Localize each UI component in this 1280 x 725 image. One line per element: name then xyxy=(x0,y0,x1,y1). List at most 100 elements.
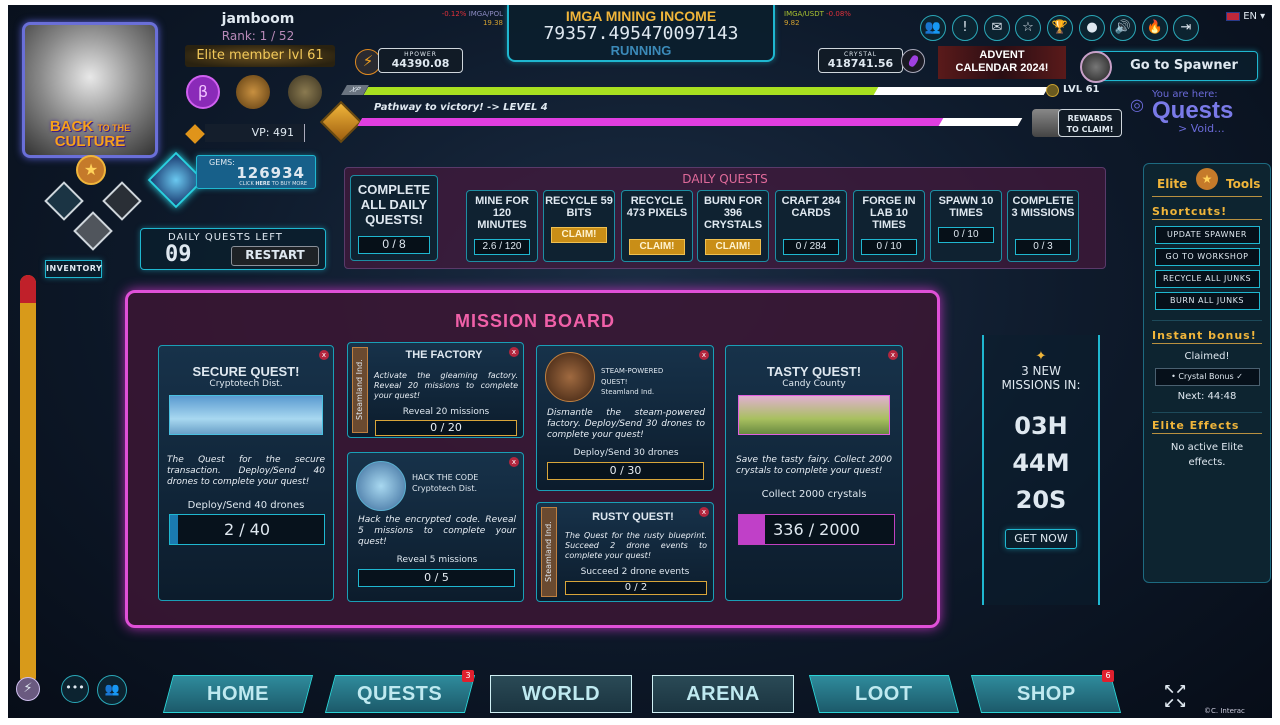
location-sub: > Void... xyxy=(1178,122,1225,135)
robot-badge-icon[interactable] xyxy=(288,75,322,109)
mission-goal: Deploy/Send 30 drones xyxy=(573,448,679,458)
close-icon[interactable]: x xyxy=(888,350,898,360)
alert-icon[interactable]: ! xyxy=(952,15,978,41)
inventory-button[interactable]: INVENTORY xyxy=(45,260,102,278)
mission-image xyxy=(169,395,323,435)
rank-medal-icon: ★ xyxy=(76,155,106,185)
logout-icon[interactable]: ⇥ xyxy=(1173,15,1199,41)
inventory-slot-3[interactable] xyxy=(73,211,113,251)
avatar[interactable]: BACK TO THE CULTURE xyxy=(22,22,158,158)
beta-badge-icon[interactable]: β xyxy=(186,75,220,109)
quest-label: FORGE IN LAB 10 TIMES xyxy=(862,195,916,231)
mission-title: THE FACTORY xyxy=(405,349,483,361)
quests-badge: 3 xyxy=(462,670,474,682)
energy-icon[interactable]: ⚡ xyxy=(16,677,40,701)
income-title: IMGA MINING INCOME xyxy=(565,8,717,24)
coins-icon[interactable]: ● xyxy=(1079,15,1105,41)
mail-icon[interactable]: ✉ xyxy=(984,15,1010,41)
mission-progress: 2 / 40 xyxy=(223,520,271,539)
trophy-icon[interactable]: 🏆 xyxy=(1047,15,1073,41)
nav-world[interactable]: WORLD xyxy=(490,675,632,713)
claim-button[interactable]: CLAIM! xyxy=(705,239,761,255)
quest-progress: 0 / 10 xyxy=(938,227,994,243)
district-side-label: Steamland Ind. xyxy=(352,347,368,433)
daily-quests-left-panel: DAILY QUESTS LEFT 09 RESTART xyxy=(140,228,326,270)
close-icon[interactable]: x xyxy=(319,350,329,360)
advent-calendar-button[interactable]: ADVENT CALENDAR 2024! xyxy=(938,46,1066,79)
nav-quests[interactable]: QUESTS xyxy=(324,675,476,713)
gems-panel[interactable]: GEMS: 126934 CLICK HERE TO BUY MORE xyxy=(196,155,316,189)
nav-label: ARENA xyxy=(686,683,760,705)
fire-icon[interactable]: 🔥 xyxy=(1142,15,1168,41)
fullscreen-icon[interactable]: ↖↗ ↙↘ xyxy=(1160,683,1190,713)
nav-shop[interactable]: SHOP xyxy=(970,675,1122,713)
rewards-line2: TO CLAIM! xyxy=(1066,125,1114,134)
district-side-label: Steamland Ind. xyxy=(541,507,557,597)
mission-goal: Collect 2000 crystals xyxy=(761,489,867,500)
quest-progress: 0 / 3 xyxy=(1015,239,1071,255)
rewards-to-claim-button[interactable]: REWARDS TO CLAIM! xyxy=(1058,109,1122,137)
quest-label: BURN FOR 396 CRYSTALS xyxy=(703,195,763,231)
nav-loot[interactable]: LOOT xyxy=(808,675,960,713)
complete-all-progress: 0 / 8 xyxy=(358,236,430,254)
hpower-value: 44390.08 xyxy=(391,57,450,70)
daily-quest-recycle-bits: RECYCLE 59 BITS CLAIM! xyxy=(543,190,615,262)
claim-button[interactable]: CLAIM! xyxy=(629,239,685,255)
timer-hours: 03H xyxy=(1014,412,1068,440)
go-to-spawner-button[interactable]: Go to Spawner xyxy=(1093,51,1258,81)
language-label: EN xyxy=(1243,11,1257,22)
usdt-pair: IMGA/USDT xyxy=(784,10,824,18)
mission-card-the-factory[interactable]: x Steamland Ind. THE FACTORY Activate th… xyxy=(347,342,524,438)
nav-label: WORLD xyxy=(521,683,601,705)
community-icon[interactable]: 👥 xyxy=(97,675,127,705)
xp-bar xyxy=(363,87,1049,95)
location-pin-icon: ◎ xyxy=(1130,95,1144,114)
spawner-avatar[interactable] xyxy=(1080,51,1112,83)
mission-description: Dismantle the steam-powered factory. Dep… xyxy=(547,408,705,440)
lion-badge-icon[interactable] xyxy=(236,75,270,109)
daily-quest-burn-crystals: BURN FOR 396 CRYSTALS CLAIM! xyxy=(697,190,769,262)
mission-image xyxy=(545,352,595,402)
mission-card-steam-powered-quest[interactable]: x STEAM-POWERED QUEST! Steamland Ind. Di… xyxy=(536,345,714,491)
restart-button[interactable]: RESTART xyxy=(231,246,319,266)
mission-card-tasty-quest[interactable]: x TASTY QUEST! Candy County Save the tas… xyxy=(725,345,903,601)
go-to-workshop-button[interactable]: GO TO WORKSHOP xyxy=(1154,248,1260,266)
mission-district: Cryptotech Dist. xyxy=(209,379,283,389)
nav-home[interactable]: HOME xyxy=(162,675,314,713)
vp-value: VP: 491 xyxy=(205,124,305,142)
chat-icon[interactable]: ••• xyxy=(61,675,89,703)
mission-progress-bar: 2 / 40 xyxy=(169,514,325,545)
mission-card-rusty-quest[interactable]: x Steamland Ind. RUSTY QUEST! The Quest … xyxy=(536,502,714,602)
close-icon[interactable]: x xyxy=(509,457,519,467)
elite-effects-text: No active Elite effects. xyxy=(1170,442,1244,468)
mission-card-hack-the-code[interactable]: x HACK THE CODE Cryptotech Dist. Hack th… xyxy=(347,452,524,602)
language-selector[interactable]: EN ▾ xyxy=(1226,11,1265,22)
update-spawner-button[interactable]: UPDATE SPAWNER xyxy=(1154,226,1260,244)
close-icon[interactable]: x xyxy=(699,350,709,360)
bonus-status: Claimed! xyxy=(1184,351,1230,362)
burn-all-junks-button[interactable]: BURN ALL JUNKS xyxy=(1154,292,1260,310)
recycle-all-junks-button[interactable]: RECYCLE ALL JUNKS xyxy=(1154,270,1260,288)
pol-pair: IMGA/POL xyxy=(468,10,503,18)
mission-card-secure-quest[interactable]: x SECURE QUEST! Cryptotech Dist. The Que… xyxy=(158,345,334,601)
nav-arena[interactable]: ARENA xyxy=(652,675,794,713)
star-icon[interactable]: ☆ xyxy=(1015,15,1041,41)
inventory-slot-2[interactable] xyxy=(102,181,142,221)
buy-gems-link[interactable]: CLICK HERE TO BUY MORE xyxy=(239,181,307,187)
pathway-emblem-icon xyxy=(319,100,363,144)
claim-button[interactable]: CLAIM! xyxy=(551,227,607,243)
elite-medal-icon: ★ xyxy=(1196,168,1218,190)
mission-description: The Quest for the rusty blueprint. Succe… xyxy=(565,531,707,560)
mission-description: The Quest for the secure transaction. De… xyxy=(167,455,325,487)
friends-icon[interactable]: 👥 xyxy=(920,15,946,41)
daily-left-value: 09 xyxy=(165,242,192,267)
sound-icon[interactable]: 🔊 xyxy=(1110,15,1136,41)
daily-quest-craft-cards: CRAFT 284 CARDS 0 / 284 xyxy=(775,190,847,262)
uk-flag-icon xyxy=(1226,11,1240,21)
get-now-button[interactable]: GET NOW xyxy=(1005,529,1077,549)
avatar-logo: BACK TO THE CULTURE xyxy=(49,118,131,150)
advent-line2: CALENDAR 2024! xyxy=(955,62,1049,74)
inventory-slot-1[interactable] xyxy=(44,181,84,221)
daily-quest-spawn: SPAWN 10 TIMES 0 / 10 xyxy=(930,190,1002,262)
daily-quest-complete-missions: COMPLETE 3 MISSIONS 0 / 3 xyxy=(1007,190,1079,262)
